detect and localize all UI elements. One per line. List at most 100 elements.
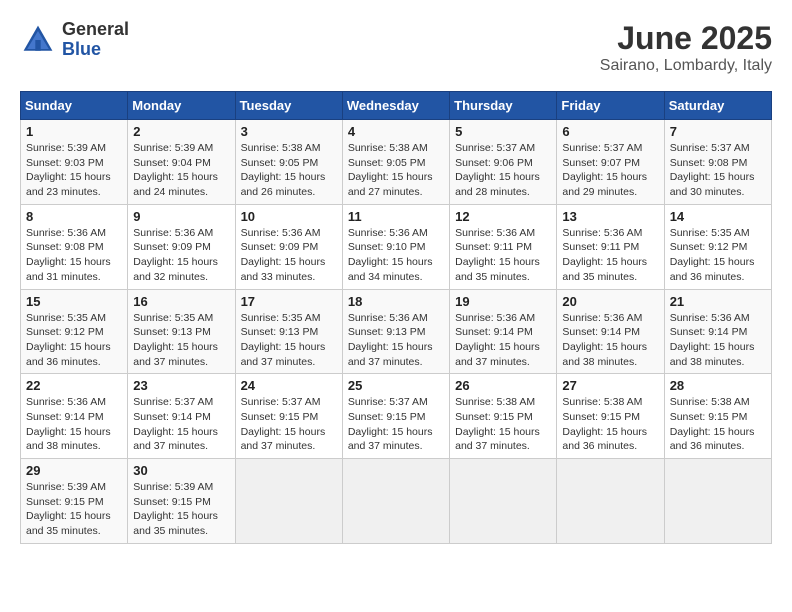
cell-info: Sunrise: 5:36 AMSunset: 9:11 PMDaylight:… (455, 226, 551, 285)
cell-info: Sunrise: 5:37 AMSunset: 9:15 PMDaylight:… (348, 395, 444, 454)
day-number: 26 (455, 378, 551, 393)
cell-info: Sunrise: 5:36 AMSunset: 9:14 PMDaylight:… (670, 311, 766, 370)
calendar-cell: 7Sunrise: 5:37 AMSunset: 9:08 PMDaylight… (664, 120, 771, 205)
calendar-cell (450, 459, 557, 544)
day-number: 22 (26, 378, 122, 393)
cell-info: Sunrise: 5:36 AMSunset: 9:08 PMDaylight:… (26, 226, 122, 285)
weekday-header-sunday: Sunday (21, 92, 128, 120)
calendar-cell: 5Sunrise: 5:37 AMSunset: 9:06 PMDaylight… (450, 120, 557, 205)
day-number: 19 (455, 294, 551, 309)
weekday-header-wednesday: Wednesday (342, 92, 449, 120)
weekday-header-saturday: Saturday (664, 92, 771, 120)
calendar-cell: 11Sunrise: 5:36 AMSunset: 9:10 PMDayligh… (342, 204, 449, 289)
day-number: 21 (670, 294, 766, 309)
calendar-cell: 4 Sunrise: 5:38 AMSunset: 9:05 PMDaylight… (342, 120, 449, 205)
cell-info: Sunrise: 5:39 AMSunset: 9:04 PMDaylight:… (133, 141, 229, 200)
cell-info: Sunrise: 5:36 AMSunset: 9:11 PMDaylight:… (562, 226, 658, 285)
cell-info: Sunrise: 5:39 AMSunset: 9:03 PMDaylight:… (26, 141, 122, 200)
month-title: June 2025 (600, 20, 772, 57)
day-number: 14 (670, 209, 766, 224)
day-number: 4 (348, 124, 444, 139)
cell-info: Sunrise: 5:36 AMSunset: 9:09 PMDaylight:… (241, 226, 337, 285)
calendar-cell (664, 459, 771, 544)
cell-info: Sunrise: 5:38 AMSunset: 9:15 PMDaylight:… (670, 395, 766, 454)
day-number: 27 (562, 378, 658, 393)
cell-info: Sunrise: 5:36 AMSunset: 9:14 PMDaylight:… (562, 311, 658, 370)
calendar-cell: 22Sunrise: 5:36 AMSunset: 9:14 PMDayligh… (21, 374, 128, 459)
day-number: 18 (348, 294, 444, 309)
cell-info: Sunrise: 5:35 AMSunset: 9:12 PMDaylight:… (670, 226, 766, 285)
day-number: 15 (26, 294, 122, 309)
cell-info: Sunrise: 5:36 AMSunset: 9:09 PMDaylight:… (133, 226, 229, 285)
calendar-cell: 29Sunrise: 5:39 AMSunset: 9:15 PMDayligh… (21, 459, 128, 544)
cell-info: Sunrise: 5:38 AMSunset: 9:05 PMDaylight:… (241, 141, 337, 200)
weekday-header-monday: Monday (128, 92, 235, 120)
day-number: 30 (133, 463, 229, 478)
calendar-cell: 2 Sunrise: 5:39 AMSunset: 9:04 PMDaylight… (128, 120, 235, 205)
calendar-cell: 15 Sunrise: 5:35 AMSunset: 9:12 PMDayligh… (21, 289, 128, 374)
calendar-cell: 13 Sunrise: 5:36 AMSunset: 9:11 PMDayligh… (557, 204, 664, 289)
day-number: 9 (133, 209, 229, 224)
week-row-2: 8 Sunrise: 5:36 AMSunset: 9:08 PMDaylight… (21, 204, 772, 289)
day-number: 3 (241, 124, 337, 139)
calendar-cell: 3 Sunrise: 5:38 AMSunset: 9:05 PMDaylight… (235, 120, 342, 205)
cell-info: Sunrise: 5:35 AMSunset: 9:13 PMDaylight:… (241, 311, 337, 370)
cell-info: Sunrise: 5:37 AMSunset: 9:15 PMDaylight:… (241, 395, 337, 454)
calendar-cell: 8 Sunrise: 5:36 AMSunset: 9:08 PMDaylight… (21, 204, 128, 289)
cell-info: Sunrise: 5:37 AMSunset: 9:07 PMDaylight:… (562, 141, 658, 200)
cell-info: Sunrise: 5:37 AMSunset: 9:06 PMDaylight:… (455, 141, 551, 200)
calendar-cell: 17Sunrise: 5:35 AMSunset: 9:13 PMDayligh… (235, 289, 342, 374)
day-number: 10 (241, 209, 337, 224)
day-number: 28 (670, 378, 766, 393)
title-area: June 2025 Sairano, Lombardy, Italy (600, 20, 772, 75)
cell-info: Sunrise: 5:36 AMSunset: 9:14 PMDaylight:… (455, 311, 551, 370)
logo: General Blue (20, 20, 129, 60)
page-header: General Blue June 2025 Sairano, Lombardy… (20, 20, 772, 75)
calendar-cell: 18 Sunrise: 5:36 AMSunset: 9:13 PMDayligh… (342, 289, 449, 374)
day-number: 13 (562, 209, 658, 224)
day-number: 23 (133, 378, 229, 393)
logo-general-text: General (62, 20, 129, 40)
week-row-4: 22Sunrise: 5:36 AMSunset: 9:14 PMDayligh… (21, 374, 772, 459)
cell-info: Sunrise: 5:39 AMSunset: 9:15 PMDaylight:… (26, 480, 122, 539)
calendar-cell: 30 Sunrise: 5:39 AMSunset: 9:15 PMDayligh… (128, 459, 235, 544)
weekday-header-tuesday: Tuesday (235, 92, 342, 120)
day-number: 8 (26, 209, 122, 224)
cell-info: Sunrise: 5:37 AMSunset: 9:08 PMDaylight:… (670, 141, 766, 200)
calendar-cell: 24Sunrise: 5:37 AMSunset: 9:15 PMDayligh… (235, 374, 342, 459)
logo-icon (20, 22, 56, 58)
cell-info: Sunrise: 5:37 AMSunset: 9:14 PMDaylight:… (133, 395, 229, 454)
cell-info: Sunrise: 5:38 AMSunset: 9:15 PMDaylight:… (562, 395, 658, 454)
weekday-header-thursday: Thursday (450, 92, 557, 120)
calendar-cell: 1 Sunrise: 5:39 AMSunset: 9:03 PMDaylight… (21, 120, 128, 205)
calendar-cell: 25Sunrise: 5:37 AMSunset: 9:15 PMDayligh… (342, 374, 449, 459)
cell-info: Sunrise: 5:35 AMSunset: 9:13 PMDaylight:… (133, 311, 229, 370)
calendar-table: SundayMondayTuesdayWednesdayThursdayFrid… (20, 91, 772, 544)
cell-info: Sunrise: 5:36 AMSunset: 9:13 PMDaylight:… (348, 311, 444, 370)
calendar-cell (342, 459, 449, 544)
cell-info: Sunrise: 5:38 AMSunset: 9:15 PMDaylight:… (455, 395, 551, 454)
day-number: 16 (133, 294, 229, 309)
calendar-cell (235, 459, 342, 544)
logo-text: General Blue (62, 20, 129, 60)
week-row-5: 29Sunrise: 5:39 AMSunset: 9:15 PMDayligh… (21, 459, 772, 544)
calendar-cell: 19 Sunrise: 5:36 AMSunset: 9:14 PMDayligh… (450, 289, 557, 374)
calendar-cell: 6Sunrise: 5:37 AMSunset: 9:07 PMDaylight… (557, 120, 664, 205)
day-number: 11 (348, 209, 444, 224)
weekday-header-friday: Friday (557, 92, 664, 120)
logo-blue-text: Blue (62, 40, 129, 60)
cell-info: Sunrise: 5:35 AMSunset: 9:12 PMDaylight:… (26, 311, 122, 370)
day-number: 1 (26, 124, 122, 139)
calendar-cell (557, 459, 664, 544)
cell-info: Sunrise: 5:39 AMSunset: 9:15 PMDaylight:… (133, 480, 229, 539)
calendar-cell: 20 Sunrise: 5:36 AMSunset: 9:14 PMDayligh… (557, 289, 664, 374)
calendar-cell: 21 Sunrise: 5:36 AMSunset: 9:14 PMDayligh… (664, 289, 771, 374)
week-row-3: 15 Sunrise: 5:35 AMSunset: 9:12 PMDayligh… (21, 289, 772, 374)
day-number: 2 (133, 124, 229, 139)
day-number: 20 (562, 294, 658, 309)
cell-info: Sunrise: 5:38 AMSunset: 9:05 PMDaylight:… (348, 141, 444, 200)
calendar-cell: 14 Sunrise: 5:35 AMSunset: 9:12 PMDayligh… (664, 204, 771, 289)
calendar-cell: 28 Sunrise: 5:38 AMSunset: 9:15 PMDayligh… (664, 374, 771, 459)
calendar-cell: 12Sunrise: 5:36 AMSunset: 9:11 PMDayligh… (450, 204, 557, 289)
calendar-cell: 27 Sunrise: 5:38 AMSunset: 9:15 PMDayligh… (557, 374, 664, 459)
